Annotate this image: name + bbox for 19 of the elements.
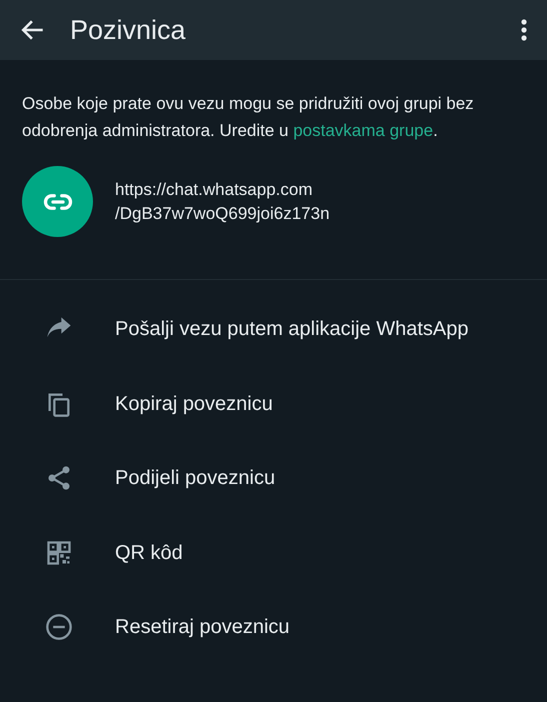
qr-code-icon [45,538,73,567]
description-text: Osobe koje prate ovu vezu mogu se pridružiti ovoj grupi bez odobrenja administratora. Uredite u postavkama grupe. [21,93,475,142]
menu-item-label: Pošalji vezu putem aplikacije WhatsApp [115,317,469,342]
menu-item[interactable]: Kopiraj poveznicu [0,366,547,441]
menu-item-label: Kopiraj poveznicu [115,392,273,417]
menu-item-label: QR kôd [115,540,183,566]
screen-title: Pozivnica [70,14,187,47]
menu-item-label: Resetiraj poveznicu [115,615,290,640]
menu-item[interactable]: QR kôd [0,516,547,590]
minus-circle-icon [45,613,73,642]
invite-url: /DgB37w7woQ699joi6z173n [115,202,330,224]
group-settings-link[interactable]: postavkama grupe [293,121,434,140]
invite-url: https://chat.whatsapp.com [115,178,314,200]
menu-item-label: Podijeli poveznicu [115,466,276,492]
menu-item[interactable]: Podijeli poveznicu [0,441,547,516]
more-vertical-icon [521,19,527,41]
menu-item[interactable]: Resetiraj poveznicu [0,590,547,664]
more-options-button[interactable] [519,17,529,43]
menu-item[interactable]: Pošalji vezu putem aplikacije WhatsApp [0,292,547,366]
